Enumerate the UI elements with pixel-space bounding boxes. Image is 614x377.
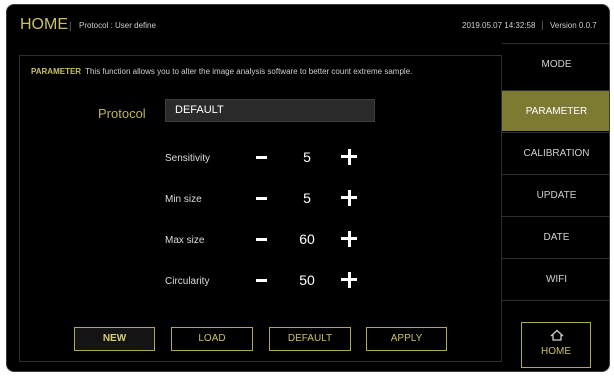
- protocol-field[interactable]: DEFAULT: [165, 99, 375, 122]
- param-label-circularity: Circularity: [165, 276, 210, 287]
- new-button[interactable]: NEW: [74, 327, 155, 351]
- min-size-increase-button[interactable]: [339, 188, 359, 208]
- param-label-min-size: Min size: [165, 194, 202, 205]
- top-bar: HOME | Protocol : User define 2019.05.07…: [7, 5, 609, 43]
- header-title[interactable]: HOME: [20, 16, 68, 34]
- home-icon: [550, 329, 564, 341]
- circularity-value: 50: [299, 272, 315, 288]
- sidebar: MODE PARAMETER CALIBRATION UPDATE DATE W…: [502, 43, 609, 371]
- datetime-display: 2019.05.07 14:32:58: [462, 21, 536, 30]
- breadcrumb: Protocol : User define: [79, 21, 156, 30]
- sidebar-item-mode[interactable]: MODE: [502, 43, 609, 84]
- version-label: Version 0.0.7: [550, 21, 597, 30]
- param-label-sensitivity: Sensitivity: [165, 153, 211, 164]
- sensitivity-value: 5: [303, 149, 311, 165]
- header-separator-2: |: [541, 20, 544, 31]
- sensitivity-decrease-button[interactable]: [251, 148, 273, 166]
- min-size-decrease-button[interactable]: [251, 189, 273, 207]
- sidebar-divider: [502, 300, 609, 301]
- home-button[interactable]: HOME: [521, 322, 591, 368]
- sidebar-item-parameter[interactable]: PARAMETER: [502, 90, 609, 131]
- protocol-label: Protocol: [98, 106, 146, 121]
- header-separator: |: [69, 21, 72, 32]
- circularity-decrease-button[interactable]: [251, 271, 273, 289]
- home-button-label: HOME: [541, 346, 571, 357]
- max-size-value: 60: [299, 231, 315, 247]
- sidebar-item-wifi[interactable]: WIFI: [502, 258, 609, 299]
- max-size-decrease-button[interactable]: [251, 230, 273, 248]
- sidebar-item-date[interactable]: DATE: [502, 216, 609, 257]
- load-button[interactable]: LOAD: [171, 327, 253, 351]
- apply-button[interactable]: APPLY: [366, 327, 447, 351]
- sidebar-item-calibration[interactable]: CALIBRATION: [502, 132, 609, 173]
- param-label-max-size: Max size: [165, 235, 205, 246]
- description-text: This function allows you to alter the im…: [85, 67, 413, 76]
- description: PARAMETER This function allows you to alt…: [31, 67, 412, 76]
- description-label: PARAMETER: [31, 67, 82, 76]
- sidebar-item-update[interactable]: UPDATE: [502, 174, 609, 215]
- device-screen: HOME | Protocol : User define 2019.05.07…: [6, 4, 610, 372]
- sensitivity-increase-button[interactable]: [339, 147, 359, 167]
- min-size-value: 5: [303, 190, 311, 206]
- circularity-increase-button[interactable]: [339, 270, 359, 290]
- default-button[interactable]: DEFAULT: [269, 327, 351, 351]
- max-size-increase-button[interactable]: [339, 229, 359, 249]
